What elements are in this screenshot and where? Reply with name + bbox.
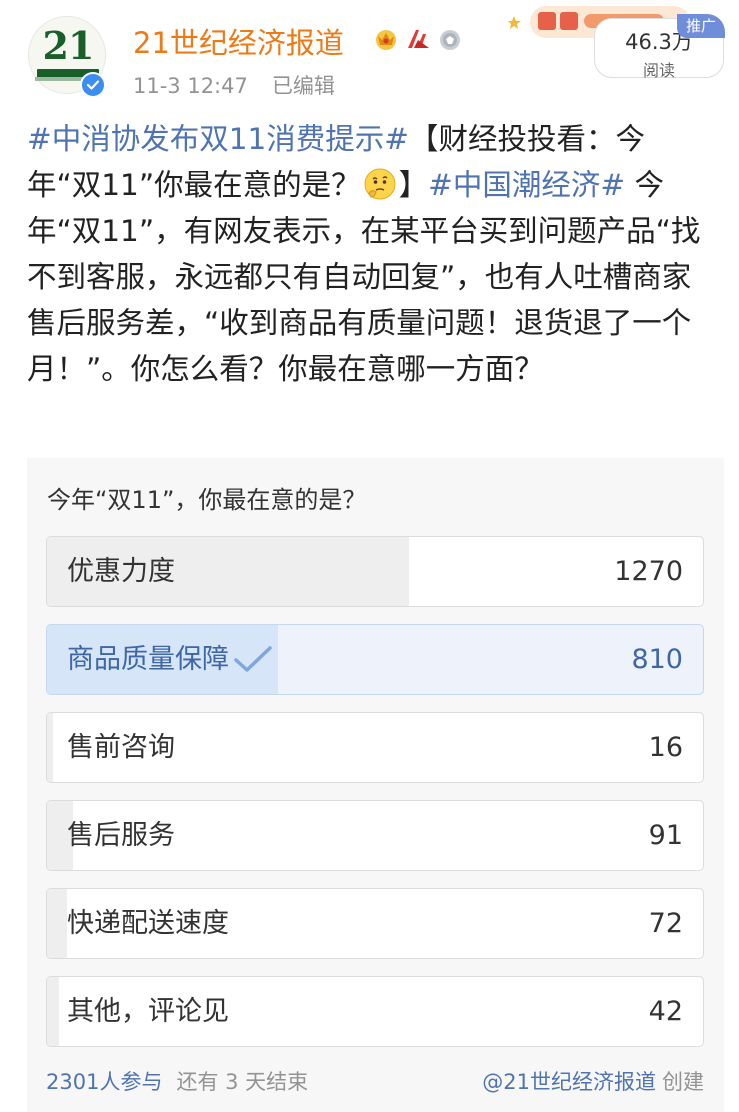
poll-created-label: 创建 <box>662 1070 704 1094</box>
poll-option-label: 其他，评论见 <box>67 996 229 1027</box>
red-arrow-icon[interactable] <box>405 26 431 52</box>
post-timestamp: 11-3 12:47 <box>133 74 248 98</box>
poll-option-count: 72 <box>648 908 683 939</box>
post-meta: 11-3 12:47 已编辑 <box>133 70 335 100</box>
poll-card: 今年“双11”，你最在意的是？ 优惠力度 1270 商品质量保障 810 售前咨… <box>27 458 724 1112</box>
poll-option-count: 42 <box>648 996 683 1027</box>
poll-option[interactable]: 其他，评论见 42 <box>46 976 704 1047</box>
post-header: 21 21世纪经济报道 11-3 12:47 已编辑 46.3万 阅读 推广 <box>0 0 739 108</box>
read-count-label: 阅读 <box>642 61 675 80</box>
poll-option-count: 91 <box>648 820 683 851</box>
poll-option-label: 商品质量保障 <box>67 644 229 675</box>
poll-option-count: 1270 <box>614 556 683 587</box>
medal-icon[interactable] <box>437 26 463 52</box>
poll-option-count: 810 <box>631 644 683 675</box>
poll-footer: 2301人参与 还有 3 天结束 @21世纪经济报道 创建 <box>46 1066 704 1096</box>
promo-tag: 推广 <box>677 14 725 38</box>
poll-option-count: 16 <box>648 732 683 763</box>
user-badges <box>373 26 463 52</box>
thinking-face-icon <box>364 168 396 200</box>
avatar-logo-text: 21 <box>42 23 95 68</box>
poll-option[interactable]: 优惠力度 1270 <box>46 536 704 607</box>
post-text-segment: 】 <box>398 168 429 202</box>
poll-question: 今年“双11”，你最在意的是？ <box>47 486 367 514</box>
poll-option-label: 售前咨询 <box>67 732 175 763</box>
topic-link[interactable]: #中消协发布双11消费提示# <box>27 122 409 156</box>
user-name[interactable]: 21世纪经济报道 <box>133 20 344 62</box>
poll-remaining: 还有 3 天结束 <box>176 1070 309 1094</box>
topic-link[interactable]: #中国潮经济# <box>428 168 625 202</box>
poll-creator-link[interactable]: @21世纪经济报道 <box>482 1070 656 1094</box>
poll-option-label: 售后服务 <box>67 820 175 851</box>
poll-option-fill <box>47 713 53 782</box>
poll-creator: @21世纪经济报道 创建 <box>482 1066 704 1096</box>
poll-option-label: 快递配送速度 <box>67 908 229 939</box>
edited-label[interactable]: 已编辑 <box>272 74 335 98</box>
crown-icon[interactable] <box>373 26 399 52</box>
poll-option[interactable]: 快递配送速度 72 <box>46 888 704 959</box>
check-icon <box>234 646 272 672</box>
poll-option-label: 优惠力度 <box>67 556 175 587</box>
poll-option[interactable]: 售后服务 91 <box>46 800 704 871</box>
poll-option-fill <box>47 977 59 1046</box>
poll-option-fill <box>47 889 68 958</box>
poll-participants[interactable]: 2301人参与 <box>46 1070 162 1094</box>
poll-option-label-wrap: 商品质量保障 <box>67 625 273 694</box>
poll-option[interactable]: 售前咨询 16 <box>46 712 704 783</box>
post-text: #中消协发布双11消费提示#【财经投投看：今年“双11”你最在意的是？ 】#中国… <box>27 116 717 392</box>
verified-icon <box>80 72 106 98</box>
poll-option-selected[interactable]: 商品质量保障 810 <box>46 624 704 695</box>
